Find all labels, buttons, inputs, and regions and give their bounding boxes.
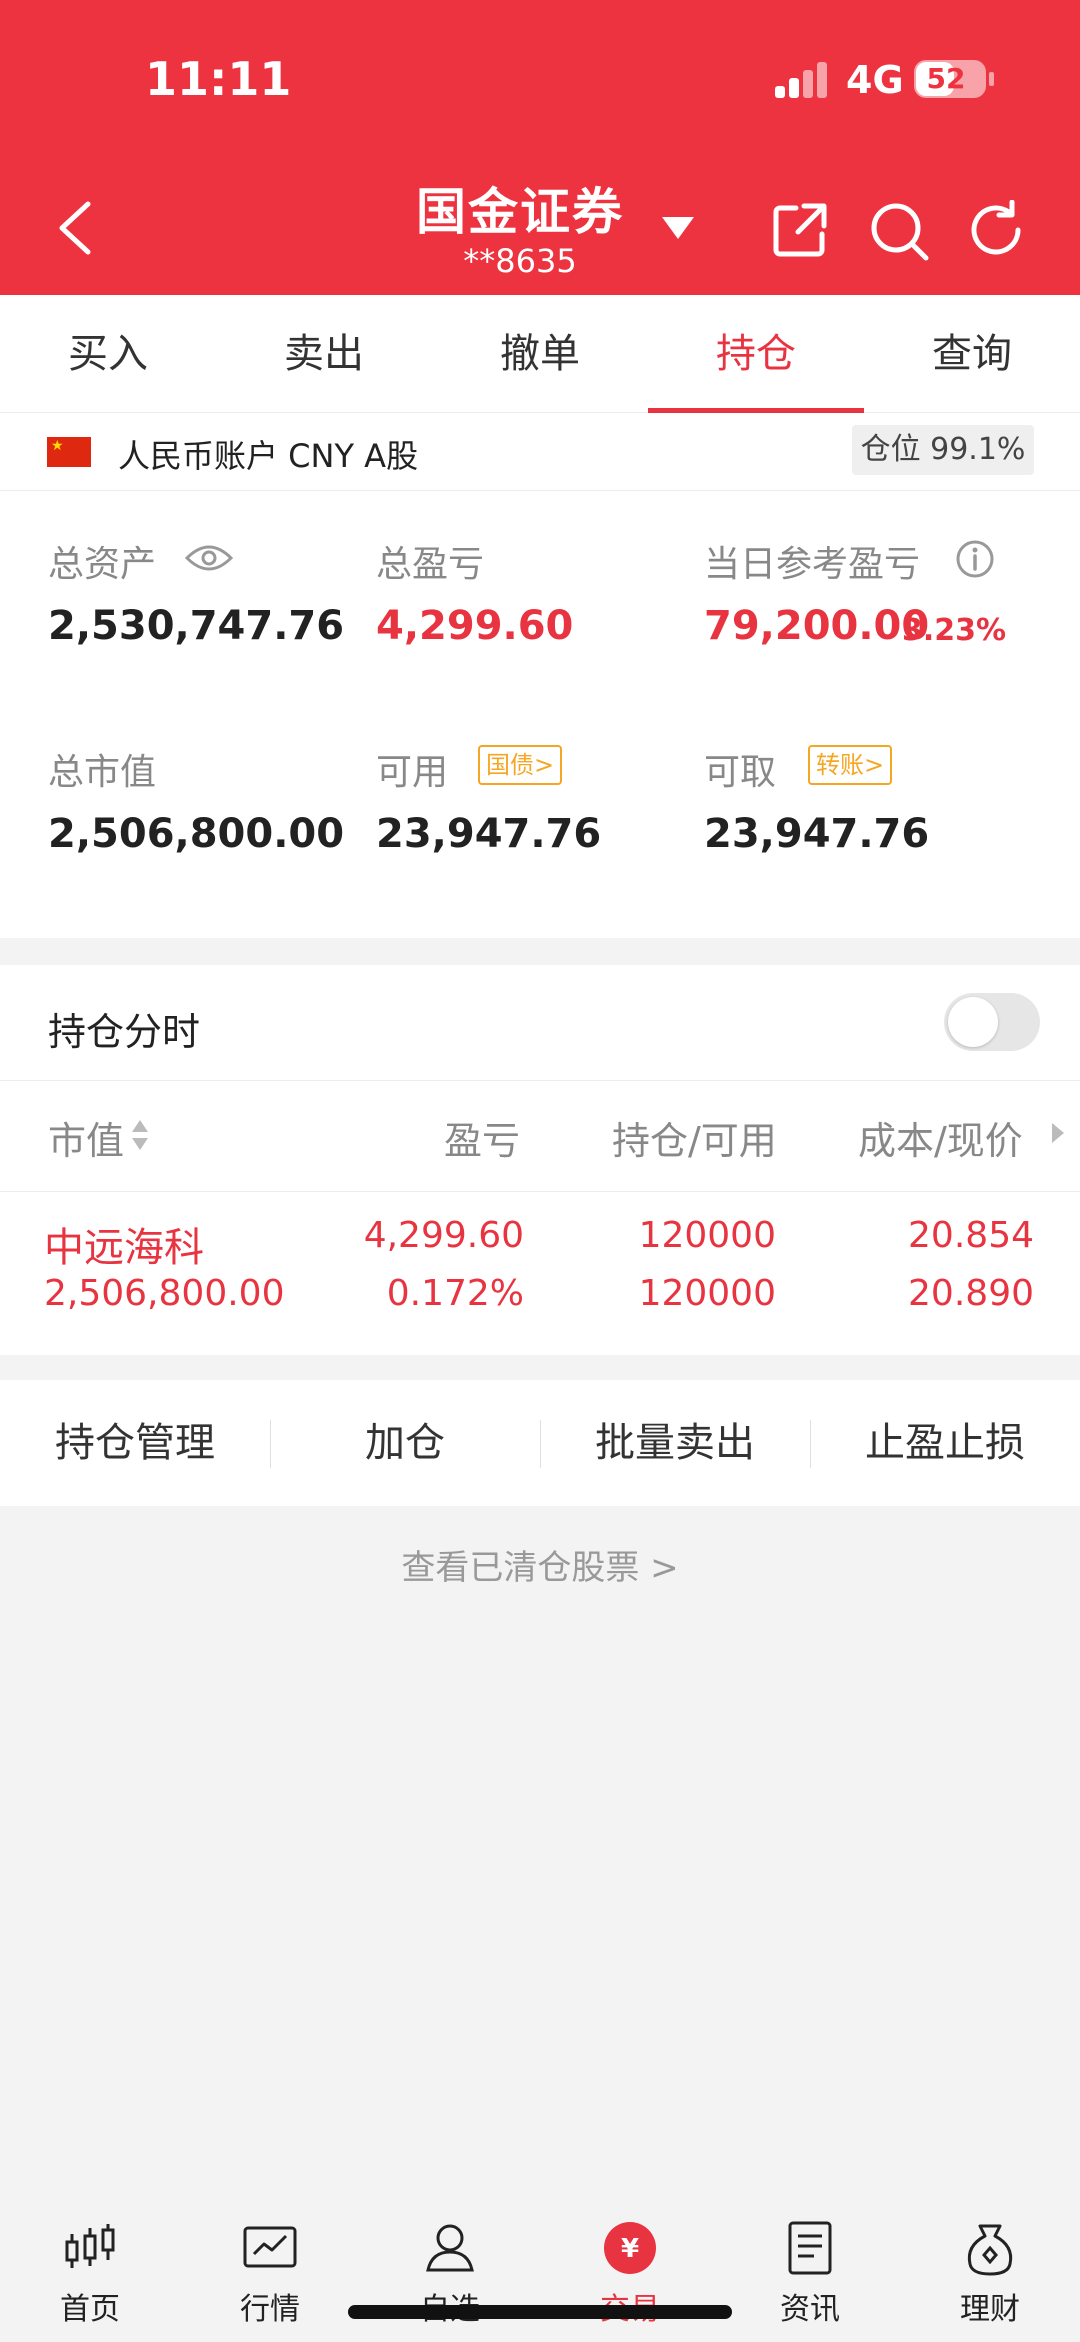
tab-query[interactable]: 查询 (864, 295, 1080, 413)
column-position: 持仓/可用 (612, 1119, 777, 1163)
nav-wealth[interactable]: 理财 (900, 2200, 1080, 2342)
bond-tag-button[interactable]: 国债> (478, 745, 563, 785)
total-assets-value: 2,530,747.76 (48, 603, 345, 649)
china-flag-icon: ★ (47, 437, 91, 467)
broker-name: 国金证券 (416, 183, 624, 241)
available-label: 可用 (376, 752, 449, 793)
trade-tabs: 买入 卖出 撤单 持仓 查询 (0, 295, 1080, 413)
account-label: 人民币账户 CNY A股 (118, 437, 419, 475)
nav-label: 行情 (240, 2292, 300, 2327)
tab-sell[interactable]: 卖出 (216, 295, 432, 413)
nav-trade[interactable]: ¥ 交易 (540, 2200, 720, 2342)
column-cost-price: 成本/现价 (858, 1119, 1023, 1163)
app-header: 11:11 4G 52 国金证券 **8635 (0, 0, 1080, 295)
total-assets-label: 总资产 (48, 544, 157, 585)
market-value-label: 总市值 (48, 752, 157, 793)
caret-down-icon[interactable] (660, 215, 696, 241)
stock-market-value: 2,506,800.00 (44, 1273, 285, 1314)
holdings-card: 持仓分时 市值 盈亏 持仓/可用 成本/现价 中远海科 2,506,800.00… (0, 965, 1080, 1355)
manage-positions-button[interactable]: 持仓管理 (0, 1380, 270, 1506)
search-icon[interactable] (868, 200, 930, 262)
column-pl: 盈亏 (444, 1119, 521, 1163)
money-bag-icon (967, 2224, 1013, 2276)
cleared-stocks-link[interactable]: 查看已清仓股票 > (0, 1540, 1080, 1589)
nav-news[interactable]: 资讯 (720, 2200, 900, 2342)
daily-pl-value: 79,200.00 (704, 603, 930, 649)
tab-buy[interactable]: 买入 (0, 295, 216, 413)
holdings-intraday-label: 持仓分时 (48, 1010, 201, 1054)
info-icon[interactable] (955, 539, 995, 579)
user-icon (426, 2224, 474, 2272)
position-ratio-badge: 仓位 99.1% (852, 425, 1034, 475)
nav-label: 理财 (960, 2292, 1020, 2327)
nav-label: 资讯 (780, 2292, 840, 2327)
column-market-value[interactable]: 市值 (48, 1110, 124, 1165)
document-icon (788, 2221, 832, 2275)
stock-cost: 20.854 (908, 1215, 1034, 1256)
bottom-nav: 首页 行情 自选 ¥ 交易 资讯 (0, 2200, 1080, 2342)
sort-icon[interactable] (130, 1118, 150, 1152)
yuan-icon: ¥ (604, 2222, 656, 2274)
candlestick-icon (65, 2224, 115, 2268)
stock-available: 120000 (638, 1273, 776, 1314)
status-time: 11:11 (145, 52, 292, 106)
withdrawable-value: 23,947.76 (704, 811, 930, 857)
total-pl-value: 4,299.60 (376, 603, 574, 649)
chart-icon (243, 2226, 297, 2268)
eye-icon[interactable] (184, 541, 234, 575)
svg-text:¥: ¥ (621, 2234, 639, 2264)
nav-watchlist[interactable]: 自选 (360, 2200, 540, 2342)
holdings-actions: 持仓管理 加仓 批量卖出 止盈止损 (0, 1380, 1080, 1506)
account-summary: ★ 人民币账户 CNY A股 仓位 99.1% 总资产 2,530,747.76… (0, 413, 1080, 938)
batch-sell-button[interactable]: 批量卖出 (540, 1380, 810, 1506)
stock-pl-percent: 0.172% (386, 1273, 524, 1314)
stock-name: 中远海科 (44, 1225, 204, 1271)
network-type: 4G (846, 58, 904, 102)
transfer-tag-button[interactable]: 转账> (808, 745, 893, 785)
stock-position: 120000 (638, 1215, 776, 1256)
available-value: 23,947.76 (376, 811, 602, 857)
nav-label: 首页 (60, 2292, 120, 2327)
tab-positions[interactable]: 持仓 (648, 295, 864, 413)
signal-icon (775, 62, 831, 98)
stock-price: 20.890 (908, 1273, 1034, 1314)
daily-pl-label: 当日参考盈亏 (704, 544, 921, 585)
withdrawable-label: 可取 (704, 752, 777, 793)
battery-level: 52 (926, 62, 966, 95)
share-icon[interactable] (770, 200, 830, 260)
refresh-icon[interactable] (966, 200, 1026, 260)
tab-cancel[interactable]: 撤单 (432, 295, 648, 413)
add-position-button[interactable]: 加仓 (270, 1380, 540, 1506)
home-indicator[interactable] (348, 2305, 732, 2319)
total-pl-label: 总盈亏 (376, 544, 485, 585)
battery-icon: 52 (914, 60, 994, 98)
intraday-toggle[interactable] (944, 993, 1040, 1051)
daily-pl-percent: 3.23% (902, 613, 1007, 648)
nav-market[interactable]: 行情 (180, 2200, 360, 2342)
market-value-value: 2,506,800.00 (48, 811, 345, 857)
account-row[interactable]: ★ 人民币账户 CNY A股 仓位 99.1% (0, 413, 1080, 491)
nav-home[interactable]: 首页 (0, 2200, 180, 2342)
stock-pl: 4,299.60 (363, 1215, 524, 1256)
more-columns-icon[interactable] (1052, 1123, 1064, 1143)
stop-profit-loss-button[interactable]: 止盈止损 (810, 1380, 1080, 1506)
